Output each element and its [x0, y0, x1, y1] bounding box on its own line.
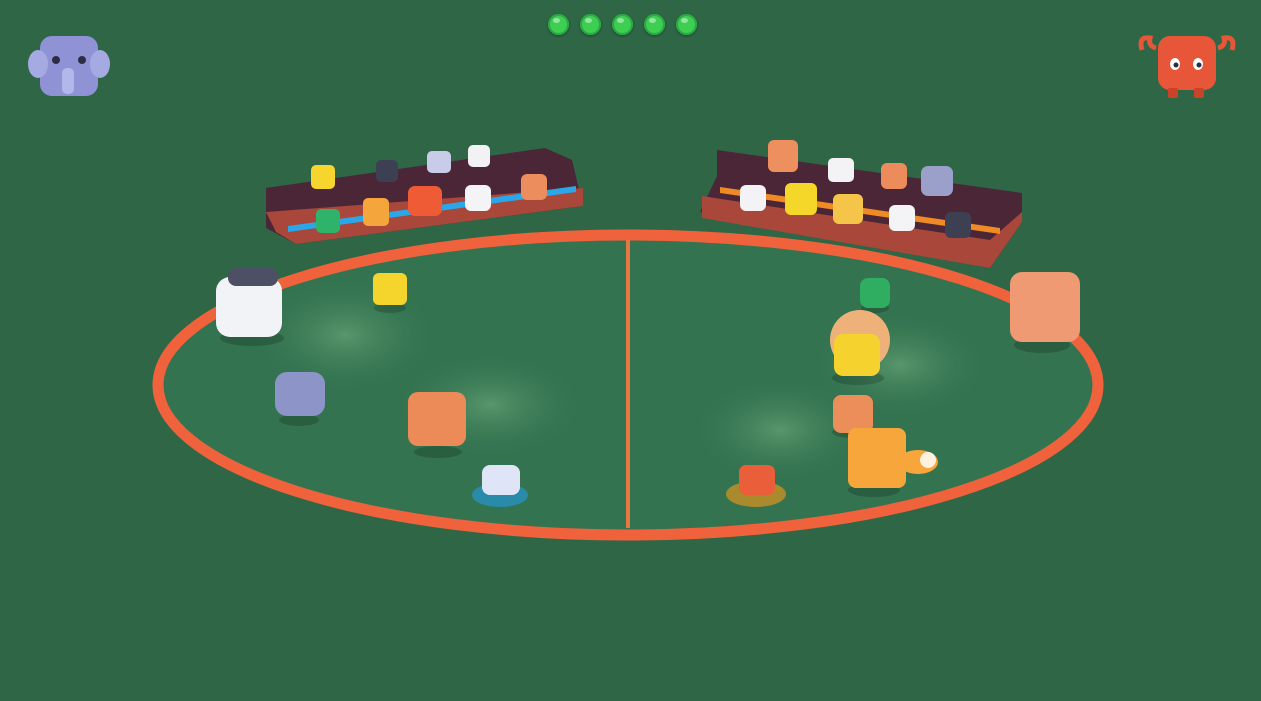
round-indicator-dot — [580, 14, 601, 35]
right-player-avatar[interactable] — [1138, 35, 1236, 98]
sheep-spectator — [740, 185, 766, 211]
lion-player — [834, 334, 880, 376]
sheep-spectator — [468, 145, 490, 167]
bear-spectator — [881, 163, 907, 189]
round-indicator-dot — [644, 14, 665, 35]
fox-spectator — [363, 198, 389, 226]
left-player-avatar[interactable] — [28, 36, 110, 96]
bee-spectator — [311, 165, 335, 189]
penguin-spectator — [376, 160, 398, 182]
round-indicator-dot — [676, 14, 697, 35]
ghost-player — [482, 465, 520, 495]
beaver-player — [408, 392, 466, 446]
round-indicator-dot — [548, 14, 569, 35]
fox-spectator — [768, 140, 798, 172]
arena-scene — [28, 35, 1236, 541]
frog-spectator — [316, 209, 340, 233]
elephant-spectator — [427, 151, 451, 173]
fox-player — [848, 428, 906, 488]
penguin-spectator — [945, 212, 971, 238]
deer-player — [833, 395, 873, 433]
panda-spectator — [465, 185, 491, 211]
pig-player — [1010, 272, 1080, 342]
crab-player — [739, 465, 775, 495]
round-progress — [548, 14, 697, 35]
bee-spectator — [785, 183, 817, 215]
bee-player — [373, 273, 407, 305]
bear-spectator — [521, 174, 547, 200]
frog-player — [860, 278, 890, 308]
crab-spectator — [408, 186, 442, 216]
sheep-spectator — [828, 158, 854, 182]
round-indicator-dot — [612, 14, 633, 35]
crab-icon — [1158, 36, 1216, 90]
panda-spectator — [889, 205, 915, 231]
elephant-player — [275, 372, 325, 416]
lion-spectator — [833, 194, 863, 224]
game-viewport[interactable] — [0, 0, 1261, 701]
elephant-spectator — [921, 166, 953, 196]
